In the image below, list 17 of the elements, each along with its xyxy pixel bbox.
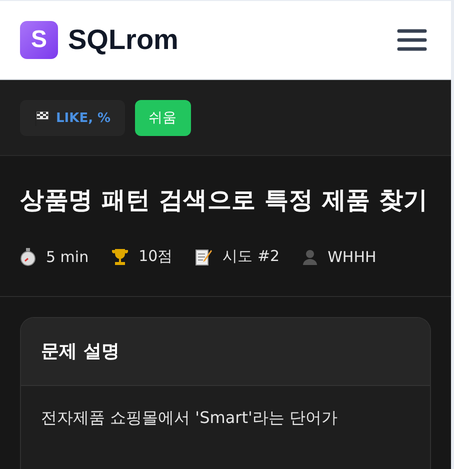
stopwatch-icon [20, 248, 36, 266]
memo-icon [194, 248, 213, 266]
description-text: 전자제품 쇼핑몰에서 'Smart'라는 단어가 [41, 408, 338, 427]
meta-text: WHHH [328, 248, 376, 266]
meta-text: 시도 #2 [222, 247, 280, 266]
card-heading: 문제 설명 [41, 341, 120, 362]
topic-label: LIKE, % [56, 110, 111, 126]
problem-title: 상품명 패턴 검색으로 특정 제품 찾기 [20, 185, 429, 216]
brand-name: SQLrom [68, 24, 180, 56]
menu-icon [397, 29, 427, 51]
meta-text: 10점 [138, 247, 173, 266]
logo-icon: S [20, 21, 58, 59]
difficulty-badge: 쉬움 [134, 100, 191, 136]
meta-text: 5 min [46, 248, 89, 266]
person-icon [302, 248, 318, 266]
menu-button[interactable] [395, 27, 429, 53]
trophy-icon [110, 248, 129, 266]
